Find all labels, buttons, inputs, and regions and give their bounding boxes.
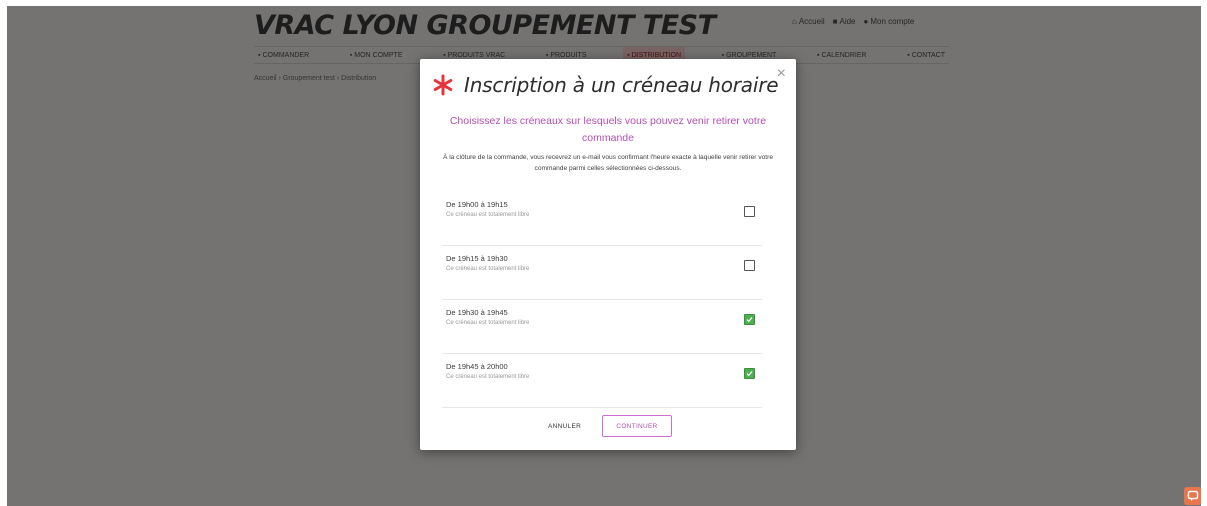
help-button[interactable] xyxy=(1184,487,1201,505)
check-icon xyxy=(746,317,753,323)
slot-description: Ce créneau est totalement libre xyxy=(446,320,530,326)
modal-header: Inscription à un créneau horaire xyxy=(432,70,782,100)
slot-modal: Inscription à un créneau horaire × Chois… xyxy=(420,59,796,450)
cancel-button[interactable]: ANNULER xyxy=(542,418,587,434)
continue-button[interactable]: CONTINUER xyxy=(602,415,672,437)
slot-time: De 19h30 à 19h45 xyxy=(446,308,508,317)
slot-checkbox[interactable] xyxy=(744,314,755,325)
slot-row[interactable]: De 19h30 à 19h45 Ce créneau est totaleme… xyxy=(442,300,762,354)
slot-description: Ce créneau est totalement libre xyxy=(446,374,530,380)
slot-description: Ce créneau est totalement libre xyxy=(446,212,530,218)
modal-description: À la clôture de la commande, vous recevr… xyxy=(442,154,773,172)
slot-checkbox[interactable] xyxy=(744,206,755,217)
check-icon xyxy=(746,371,753,377)
slot-description: Ce créneau est totalement libre xyxy=(446,266,530,272)
slot-checkbox[interactable] xyxy=(744,368,755,379)
slot-checkbox[interactable] xyxy=(744,260,755,271)
close-icon[interactable]: × xyxy=(777,65,786,83)
slot-row[interactable]: De 19h15 à 19h30 Ce créneau est totaleme… xyxy=(442,246,762,300)
modal-subtitle: Choisissez les créneaux sur lesquels vou… xyxy=(449,115,767,144)
slot-row[interactable]: De 19h45 à 20h00 Ce créneau est totaleme… xyxy=(442,354,762,408)
asterisk-icon xyxy=(433,74,453,96)
modal-title: Inscription à un créneau horaire xyxy=(464,73,779,97)
slot-time: De 19h15 à 19h30 xyxy=(446,254,508,263)
modal-actions: ANNULER CONTINUER xyxy=(420,415,796,437)
slot-list: De 19h00 à 19h15 Ce créneau est totaleme… xyxy=(442,192,762,408)
chat-bubble-icon xyxy=(1187,490,1199,501)
slot-row[interactable]: De 19h00 à 19h15 Ce créneau est totaleme… xyxy=(442,192,762,246)
slot-time: De 19h00 à 19h15 xyxy=(446,200,508,209)
slot-time: De 19h45 à 20h00 xyxy=(446,362,508,371)
